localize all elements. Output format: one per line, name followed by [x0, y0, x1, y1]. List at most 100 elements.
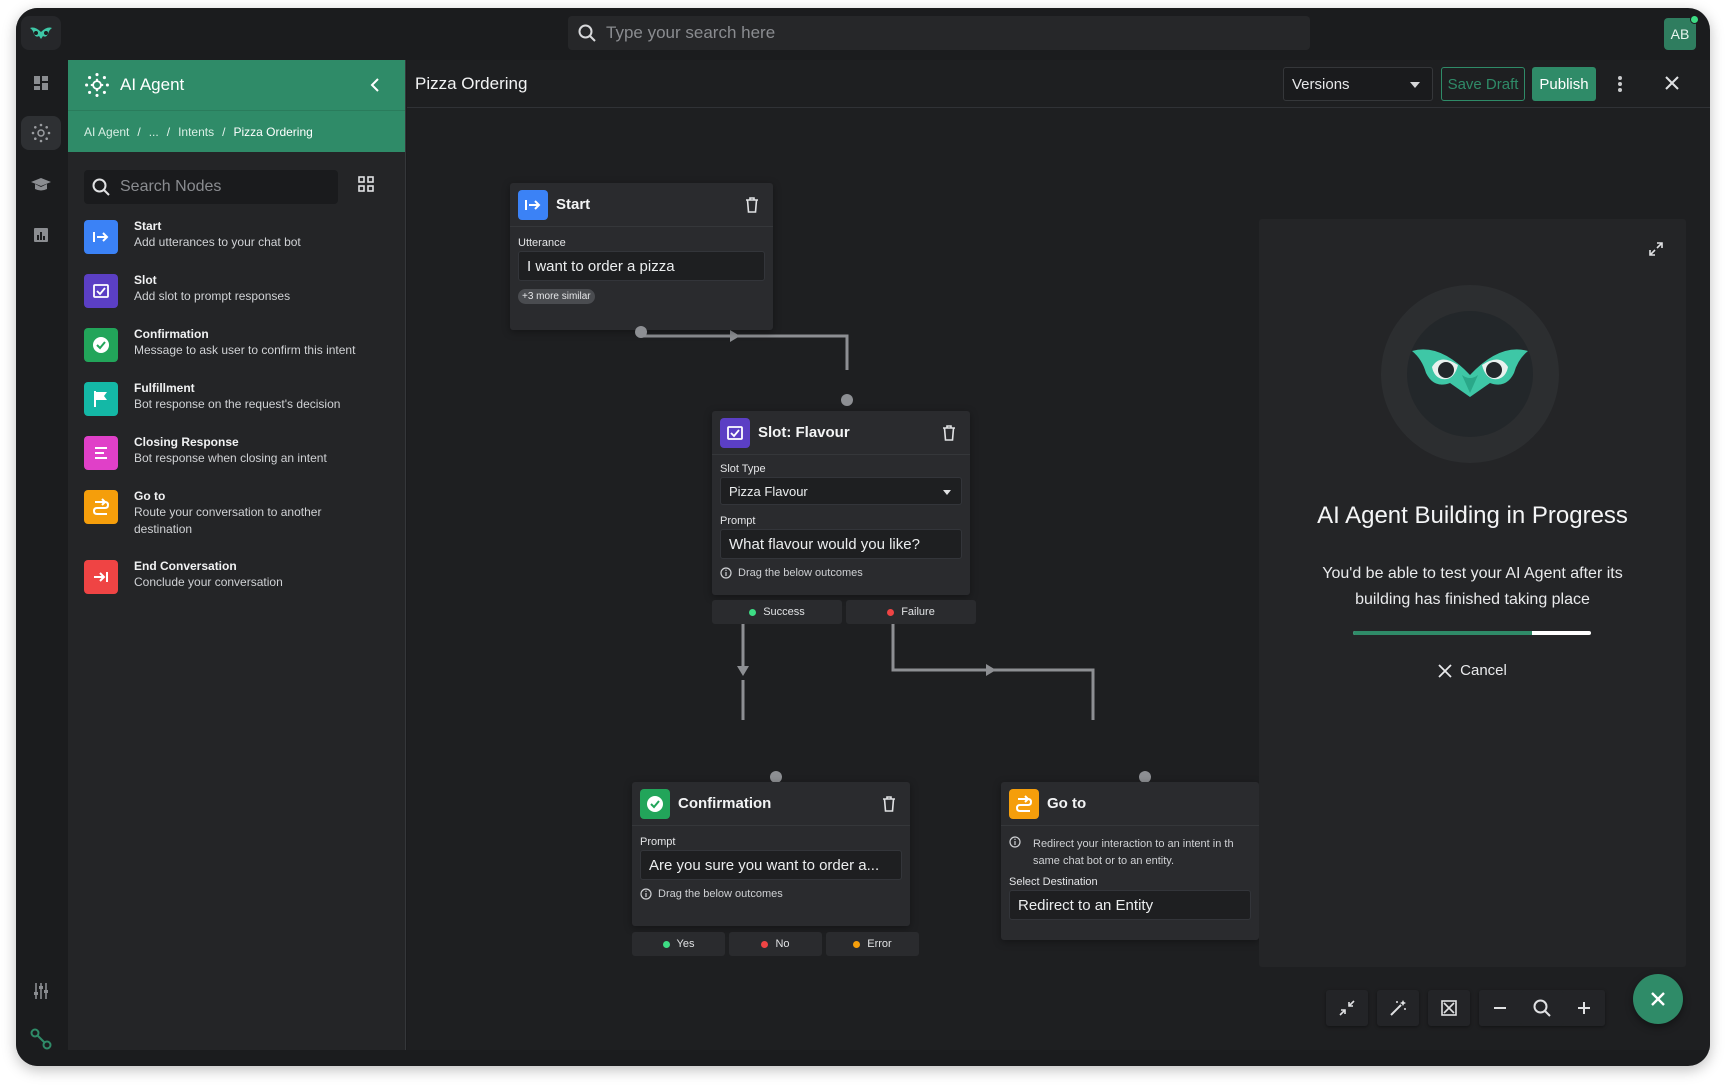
confirmation-node[interactable]: Confirmation Prompt Are you sure you wan…	[632, 782, 910, 926]
drag-hint-text: Drag the below outcomes	[738, 567, 863, 579]
palette-item-start[interactable]: Start Add utterances to your chat bot	[84, 218, 394, 272]
search-icon	[1533, 999, 1551, 1017]
palette-item-closing-response[interactable]: Closing Response Bot response when closin…	[84, 434, 394, 488]
node-header: Start	[510, 183, 773, 227]
expand-icon[interactable]	[1648, 241, 1664, 257]
status-dot	[853, 940, 861, 948]
test-panel-description: You'd be able to test your AI Agent afte…	[1322, 565, 1623, 608]
outcome-label: Yes	[676, 938, 695, 950]
start-output-port[interactable]	[635, 326, 647, 338]
destination-select[interactable]: Redirect to an Entity	[1009, 890, 1251, 920]
fit-view-icon	[1441, 1000, 1457, 1016]
dashboard-icon[interactable]	[21, 66, 61, 100]
palette-item-desc: Add slot to prompt responses	[134, 289, 291, 303]
flow-canvas[interactable]: Pizza Ordering Versions Save Draft Publi…	[407, 60, 1710, 1050]
slot-type-value: Pizza Flavour	[729, 483, 808, 499]
breadcrumb-item[interactable]: Intents	[178, 125, 214, 139]
top-bar: Type your search here AB	[66, 8, 1710, 60]
breadcrumb-item[interactable]: AI Agent	[84, 125, 129, 139]
search-icon	[92, 178, 110, 196]
zoom-out-button[interactable]	[1479, 990, 1521, 1026]
breadcrumb-item[interactable]: ...	[149, 125, 159, 139]
goto-info-line1: Redirect your interaction to an intent i…	[1033, 838, 1234, 850]
zoom-search-button[interactable]	[1521, 990, 1563, 1026]
owl-logo-icon	[1412, 349, 1528, 397]
node-search-placeholder: Search Nodes	[120, 178, 222, 195]
palette-item-name: Confirmation	[134, 327, 209, 341]
trash-icon[interactable]	[942, 424, 956, 441]
outcome-yes[interactable]: Yes	[632, 932, 725, 956]
fit-view-button[interactable]	[1428, 990, 1470, 1026]
check-circle-icon	[84, 328, 118, 362]
palette-item-slot[interactable]: Slot Add slot to prompt responses	[84, 272, 394, 326]
magic-wand-icon	[1390, 1000, 1406, 1016]
app-logo[interactable]	[21, 16, 61, 50]
goto-info: Redirect your interaction to an intent i…	[1009, 836, 1259, 870]
palette-item-name: Closing Response	[134, 435, 239, 449]
prompt-field[interactable]: What flavour would you like?	[720, 529, 962, 559]
shrink-button[interactable]	[1326, 990, 1368, 1026]
grid-view-icon[interactable]	[358, 176, 374, 197]
chevron-left-icon[interactable]	[369, 77, 381, 93]
ai-agent-icon	[85, 73, 109, 97]
info-icon	[720, 567, 732, 579]
utterance-field[interactable]: I want to order a pizza	[518, 251, 765, 281]
status-dot	[662, 940, 670, 948]
analytics-icon[interactable]	[21, 218, 61, 252]
palette-item-goto[interactable]: Go to Route your conversation to another …	[84, 488, 394, 558]
cancel-build-button[interactable]: Cancel	[1259, 662, 1686, 679]
info-icon	[640, 888, 652, 900]
palette-item-end-conversation[interactable]: End Conversation Conclude your conversati…	[84, 558, 394, 612]
slot-icon	[720, 417, 750, 448]
trash-icon[interactable]	[882, 795, 896, 812]
more-similar-chip[interactable]: +3 more similar	[518, 289, 595, 304]
close-icon	[1651, 992, 1665, 1006]
zoom-in-button[interactable]	[1563, 990, 1605, 1026]
confirmation-outcomes: Yes No Error	[632, 932, 919, 956]
palette-item-confirmation[interactable]: Confirmation Message to ask user to confi…	[84, 326, 394, 380]
outcome-error[interactable]: Error	[826, 932, 919, 956]
start-node[interactable]: Start Utterance I want to order a pizza …	[510, 183, 773, 330]
ai-agent-icon[interactable]	[21, 116, 61, 150]
sidebar-header: AI Agent	[68, 60, 405, 110]
palette-item-name: End Conversation	[134, 559, 237, 573]
outcome-failure[interactable]: Failure	[846, 600, 976, 624]
prompt-field[interactable]: Are you sure you want to order a...	[640, 850, 902, 880]
auto-arrange-button[interactable]	[1377, 990, 1419, 1026]
integrations-icon[interactable]	[21, 1022, 61, 1056]
status-dot	[761, 940, 769, 948]
goto-info-line2: same chat bot or to an entity.	[1033, 855, 1175, 867]
owl-illustration	[1381, 285, 1559, 463]
status-dot	[887, 608, 895, 616]
search-icon	[578, 24, 596, 42]
palette-item-name: Fulfillment	[134, 381, 195, 395]
training-icon[interactable]	[21, 168, 61, 202]
slot-node[interactable]: Slot: Flavour Slot Type Pizza Flavour Pr…	[712, 411, 970, 595]
close-test-panel-button[interactable]	[1633, 974, 1683, 1024]
slot-type-select[interactable]: Pizza Flavour	[720, 477, 962, 505]
goto-node[interactable]: Go to Redirect your interaction to an in…	[1001, 782, 1259, 940]
palette-item-fulfillment[interactable]: Fulfillment Bot response on the request's…	[84, 380, 394, 434]
start-icon	[518, 189, 548, 220]
node-title: Go to	[1047, 795, 1087, 812]
search-placeholder: Type your search here	[606, 23, 776, 42]
outcome-success[interactable]: Success	[712, 600, 842, 624]
shrink-icon	[1339, 1000, 1355, 1016]
outcome-no[interactable]: No	[729, 932, 822, 956]
online-status-dot	[1690, 15, 1699, 24]
status-dot	[749, 608, 757, 616]
global-search[interactable]: Type your search here	[568, 16, 1310, 50]
user-avatar[interactable]: AB	[1664, 15, 1699, 50]
trash-icon[interactable]	[745, 196, 759, 213]
prompt-label: Prompt	[640, 836, 676, 848]
utterance-label: Utterance	[518, 237, 566, 249]
node-sidebar: AI Agent AI Agent / ... / Intents / Pizz…	[68, 60, 406, 1050]
slot-icon	[84, 274, 118, 308]
node-search-input[interactable]: Search Nodes	[84, 170, 338, 204]
palette-item-name: Slot	[134, 273, 157, 287]
minus-icon	[1494, 1007, 1506, 1009]
close-icon	[1438, 663, 1452, 678]
settings-sliders-icon[interactable]	[21, 974, 61, 1008]
slot-input-port[interactable]	[841, 394, 853, 406]
prompt-label: Prompt	[720, 515, 756, 527]
